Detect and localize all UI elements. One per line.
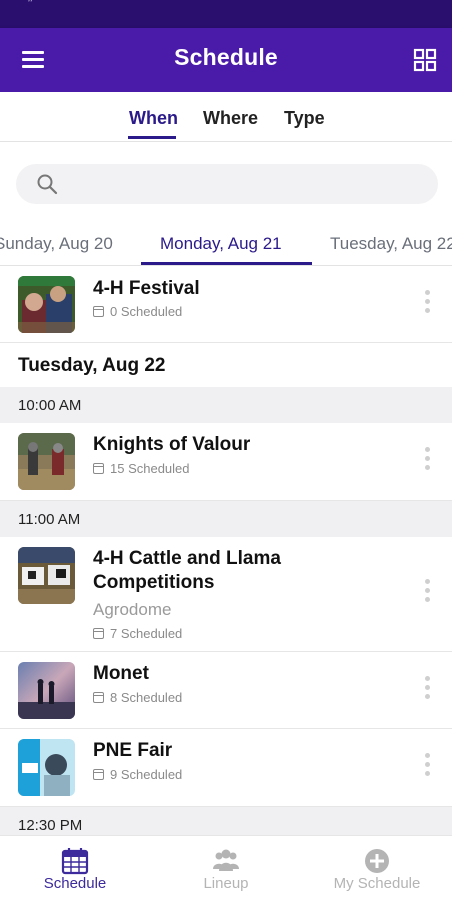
time-header-label: 10:00 AM xyxy=(18,397,82,414)
day-header-label: Tuesday, Aug 22 xyxy=(18,355,166,376)
event-thumbnail xyxy=(18,276,75,333)
calendar-icon xyxy=(93,628,104,639)
time-header-label: 12:30 PM xyxy=(18,817,83,834)
date-tab-monday[interactable]: Monday, Aug 21 xyxy=(160,234,282,254)
calendar-icon xyxy=(93,769,104,780)
time-header: 11:00 AM xyxy=(0,501,452,537)
event-row-4h-festival[interactable]: 4-H Festival 0 Scheduled xyxy=(0,266,452,343)
more-options-icon[interactable] xyxy=(421,753,433,783)
bottom-navigation: Schedule Lineup My Schedule xyxy=(0,835,452,900)
time-header-label: 11:00 AM xyxy=(18,511,81,528)
search-input[interactable] xyxy=(70,164,430,204)
calendar-icon xyxy=(93,306,104,317)
event-thumbnail xyxy=(18,662,75,719)
event-row-4h-cattle-llama[interactable]: 4-H Cattle and Llama Competitions Agrodo… xyxy=(0,537,452,652)
event-scheduled-count: 9 Scheduled xyxy=(93,767,182,782)
search-bar[interactable] xyxy=(16,164,438,204)
schedule-list: 4-H Festival 0 Scheduled Tuesday, Aug 22… xyxy=(0,266,452,835)
calendar-icon xyxy=(61,847,89,875)
nav-label: Schedule xyxy=(43,875,107,892)
event-title-line2: Competitions xyxy=(93,572,215,593)
scheduled-count-text: 7 Scheduled xyxy=(110,626,183,641)
event-scheduled-count: 15 Scheduled xyxy=(93,461,190,476)
event-title-line1: 4-H Cattle and Llama xyxy=(93,548,281,569)
more-options-icon[interactable] xyxy=(421,676,433,706)
active-date-indicator xyxy=(141,262,312,265)
scheduled-count-text: 15 Scheduled xyxy=(110,461,190,476)
event-thumbnail xyxy=(18,739,75,796)
time-header: 12:30 PM xyxy=(0,807,452,835)
search-icon xyxy=(36,173,58,195)
page-title: Schedule xyxy=(174,44,278,70)
date-tab-tuesday[interactable]: Tuesday, Aug 22 xyxy=(330,234,452,254)
scheduled-count-text: 9 Scheduled xyxy=(110,767,183,782)
tab-where[interactable]: Where xyxy=(203,108,258,129)
event-location: Agrodome xyxy=(93,600,172,619)
event-title: 4-H Festival xyxy=(93,278,200,299)
event-thumbnail xyxy=(18,547,75,604)
tab-type[interactable]: Type xyxy=(284,108,325,129)
date-tabs: Sunday, Aug 20 Monday, Aug 21 Tuesday, A… xyxy=(0,224,452,266)
event-thumbnail xyxy=(18,433,75,490)
grid-view-icon[interactable] xyxy=(413,48,437,72)
app-bar: Schedule xyxy=(0,28,452,92)
nav-label: Lineup xyxy=(203,875,249,892)
more-options-icon[interactable] xyxy=(421,290,433,320)
event-scheduled-count: 7 Scheduled xyxy=(93,626,182,641)
status-glyph: ′′ xyxy=(28,0,33,10)
event-title: Knights of Valour xyxy=(93,434,251,455)
active-tab-indicator xyxy=(128,136,176,139)
day-header: Tuesday, Aug 22 xyxy=(0,343,452,387)
plus-circle-icon xyxy=(363,847,391,875)
more-options-icon[interactable] xyxy=(421,579,433,609)
scheduled-count-text: 0 Scheduled xyxy=(110,304,183,319)
tab-when[interactable]: When xyxy=(129,108,178,129)
more-options-icon[interactable] xyxy=(421,447,433,477)
event-row-monet[interactable]: Monet 8 Scheduled xyxy=(0,652,452,729)
event-title: Monet xyxy=(93,663,149,684)
event-row-knights-of-valour[interactable]: Knights of Valour 15 Scheduled xyxy=(0,423,452,501)
calendar-icon xyxy=(93,463,104,474)
nav-schedule[interactable]: Schedule xyxy=(0,836,150,900)
filter-tabs: When Where Type xyxy=(0,92,452,142)
people-group-icon xyxy=(212,847,240,875)
calendar-icon xyxy=(93,692,104,703)
scheduled-count-text: 8 Scheduled xyxy=(110,690,183,705)
event-scheduled-count: 0 Scheduled xyxy=(93,304,182,319)
event-scheduled-count: 8 Scheduled xyxy=(93,690,182,705)
nav-my-schedule[interactable]: My Schedule xyxy=(302,836,452,900)
event-title: PNE Fair xyxy=(93,740,173,761)
nav-label: My Schedule xyxy=(333,875,421,892)
event-row-pne-fair[interactable]: PNE Fair 9 Scheduled xyxy=(0,729,452,807)
nav-lineup[interactable]: Lineup xyxy=(151,836,301,900)
status-bar: ′′ xyxy=(0,0,452,28)
date-tab-sunday[interactable]: Sunday, Aug 20 xyxy=(0,234,113,254)
time-header: 10:00 AM xyxy=(0,387,452,423)
